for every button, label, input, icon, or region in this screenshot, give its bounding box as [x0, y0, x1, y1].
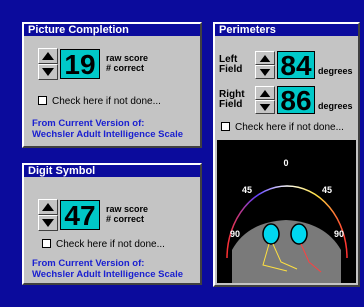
- right-eye: [290, 223, 308, 245]
- arrow-up-icon: [259, 90, 271, 97]
- label-left-90: 90: [230, 229, 240, 239]
- arrow-down-icon: [42, 68, 54, 76]
- right-field-label: Right Field: [219, 89, 245, 110]
- left-field-spinner[interactable]: [255, 51, 275, 79]
- left-field-label: Left Field: [219, 54, 243, 75]
- visual-field-diagram: 0 45 45 90 90: [217, 140, 356, 283]
- right-field-unit: degrees: [318, 101, 353, 111]
- not-done-checkbox[interactable]: [38, 96, 47, 105]
- source-text: From Current Version of: Wechsler Adult …: [32, 118, 183, 140]
- label-right-90: 90: [334, 229, 344, 239]
- right-field-value[interactable]: 86: [277, 86, 315, 115]
- digit-symbol-title: Digit Symbol: [24, 165, 200, 177]
- head-silhouette: [232, 220, 341, 283]
- digit-symbol-score[interactable]: 47: [60, 200, 100, 231]
- raw-score-label: raw score # correct: [106, 204, 149, 224]
- label-left-45: 45: [242, 185, 252, 195]
- picture-completion-title: Picture Completion: [24, 24, 200, 36]
- not-done-checkbox-row[interactable]: Check here if not done...: [38, 96, 161, 108]
- left-field-unit: degrees: [318, 66, 353, 76]
- not-done-label: Check here if not done...: [56, 239, 165, 250]
- perimeters-title: Perimeters: [215, 24, 358, 36]
- increment-button[interactable]: [255, 51, 275, 65]
- source-text: From Current Version of: Wechsler Adult …: [32, 258, 183, 280]
- decrement-button[interactable]: [38, 215, 58, 231]
- left-eye: [262, 223, 280, 245]
- not-done-label: Check here if not done...: [235, 122, 344, 133]
- decrement-button[interactable]: [38, 64, 58, 80]
- not-done-checkbox[interactable]: [221, 122, 230, 131]
- arrow-up-icon: [259, 55, 271, 62]
- arrow-up-icon: [42, 203, 54, 211]
- not-done-checkbox[interactable]: [42, 239, 51, 248]
- picture-completion-spinner[interactable]: [38, 48, 58, 80]
- right-field-spinner[interactable]: [255, 86, 275, 114]
- raw-score-label: raw score # correct: [106, 53, 149, 73]
- increment-button[interactable]: [255, 86, 275, 100]
- perimeter-diagram-svg: 0 45 45 90 90: [226, 158, 348, 283]
- not-done-label: Check here if not done...: [52, 96, 161, 107]
- picture-completion-score[interactable]: 19: [60, 49, 100, 80]
- picture-completion-panel: Picture Completion 19 raw score # correc…: [22, 22, 202, 148]
- not-done-checkbox-row[interactable]: Check here if not done...: [42, 239, 165, 251]
- arrow-down-icon: [259, 69, 271, 76]
- not-done-checkbox-row[interactable]: Check here if not done...: [221, 122, 344, 134]
- left-field-value[interactable]: 84: [277, 51, 315, 80]
- digit-symbol-panel: Digit Symbol 47 raw score # correct Chec…: [22, 163, 202, 285]
- decrement-button[interactable]: [255, 65, 275, 79]
- perimeters-panel: Perimeters Left Field 84 degrees Right F…: [213, 22, 360, 287]
- increment-button[interactable]: [38, 48, 58, 64]
- label-0: 0: [283, 158, 288, 168]
- decrement-button[interactable]: [255, 100, 275, 114]
- label-right-45: 45: [322, 185, 332, 195]
- arrow-up-icon: [42, 52, 54, 60]
- arrow-down-icon: [259, 104, 271, 111]
- digit-symbol-spinner[interactable]: [38, 199, 58, 231]
- arrow-down-icon: [42, 219, 54, 227]
- increment-button[interactable]: [38, 199, 58, 215]
